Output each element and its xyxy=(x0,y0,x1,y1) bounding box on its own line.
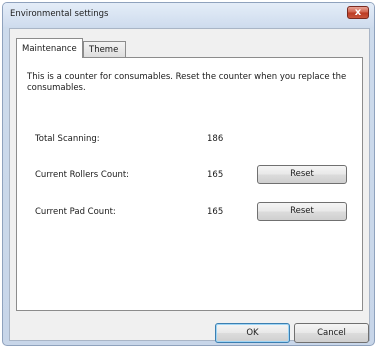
dialog-window: Environmental settings x Maintenance The… xyxy=(2,2,375,346)
tab-theme-label: Theme xyxy=(89,45,119,55)
rollers-count-label: Current Rollers Count: xyxy=(35,170,130,180)
cancel-button[interactable]: Cancel xyxy=(294,323,369,343)
reset-rollers-button[interactable]: Reset xyxy=(257,165,347,184)
counter-description: This is a counter for consumables. Reset… xyxy=(27,72,347,93)
rollers-count-value: 165 xyxy=(207,170,224,180)
pad-count-value: 165 xyxy=(207,207,224,217)
maintenance-panel: This is a counter for consumables. Reset… xyxy=(16,57,363,311)
total-scanning-label: Total Scanning: xyxy=(35,134,100,144)
ok-button[interactable]: OK xyxy=(215,323,290,343)
tab-maintenance-label: Maintenance xyxy=(22,44,77,54)
close-icon: x xyxy=(354,7,362,18)
total-scanning-value: 186 xyxy=(207,134,224,144)
window-title: Environmental settings xyxy=(10,9,109,19)
dialog-client-area: Maintenance Theme This is a counter for … xyxy=(9,28,370,343)
tab-maintenance[interactable]: Maintenance xyxy=(16,38,83,58)
pad-count-label: Current Pad Count: xyxy=(35,207,116,217)
reset-pad-button[interactable]: Reset xyxy=(257,202,347,221)
close-button[interactable]: x xyxy=(347,6,369,19)
title-bar[interactable]: Environmental settings x xyxy=(3,3,374,27)
tab-theme[interactable]: Theme xyxy=(83,41,126,57)
